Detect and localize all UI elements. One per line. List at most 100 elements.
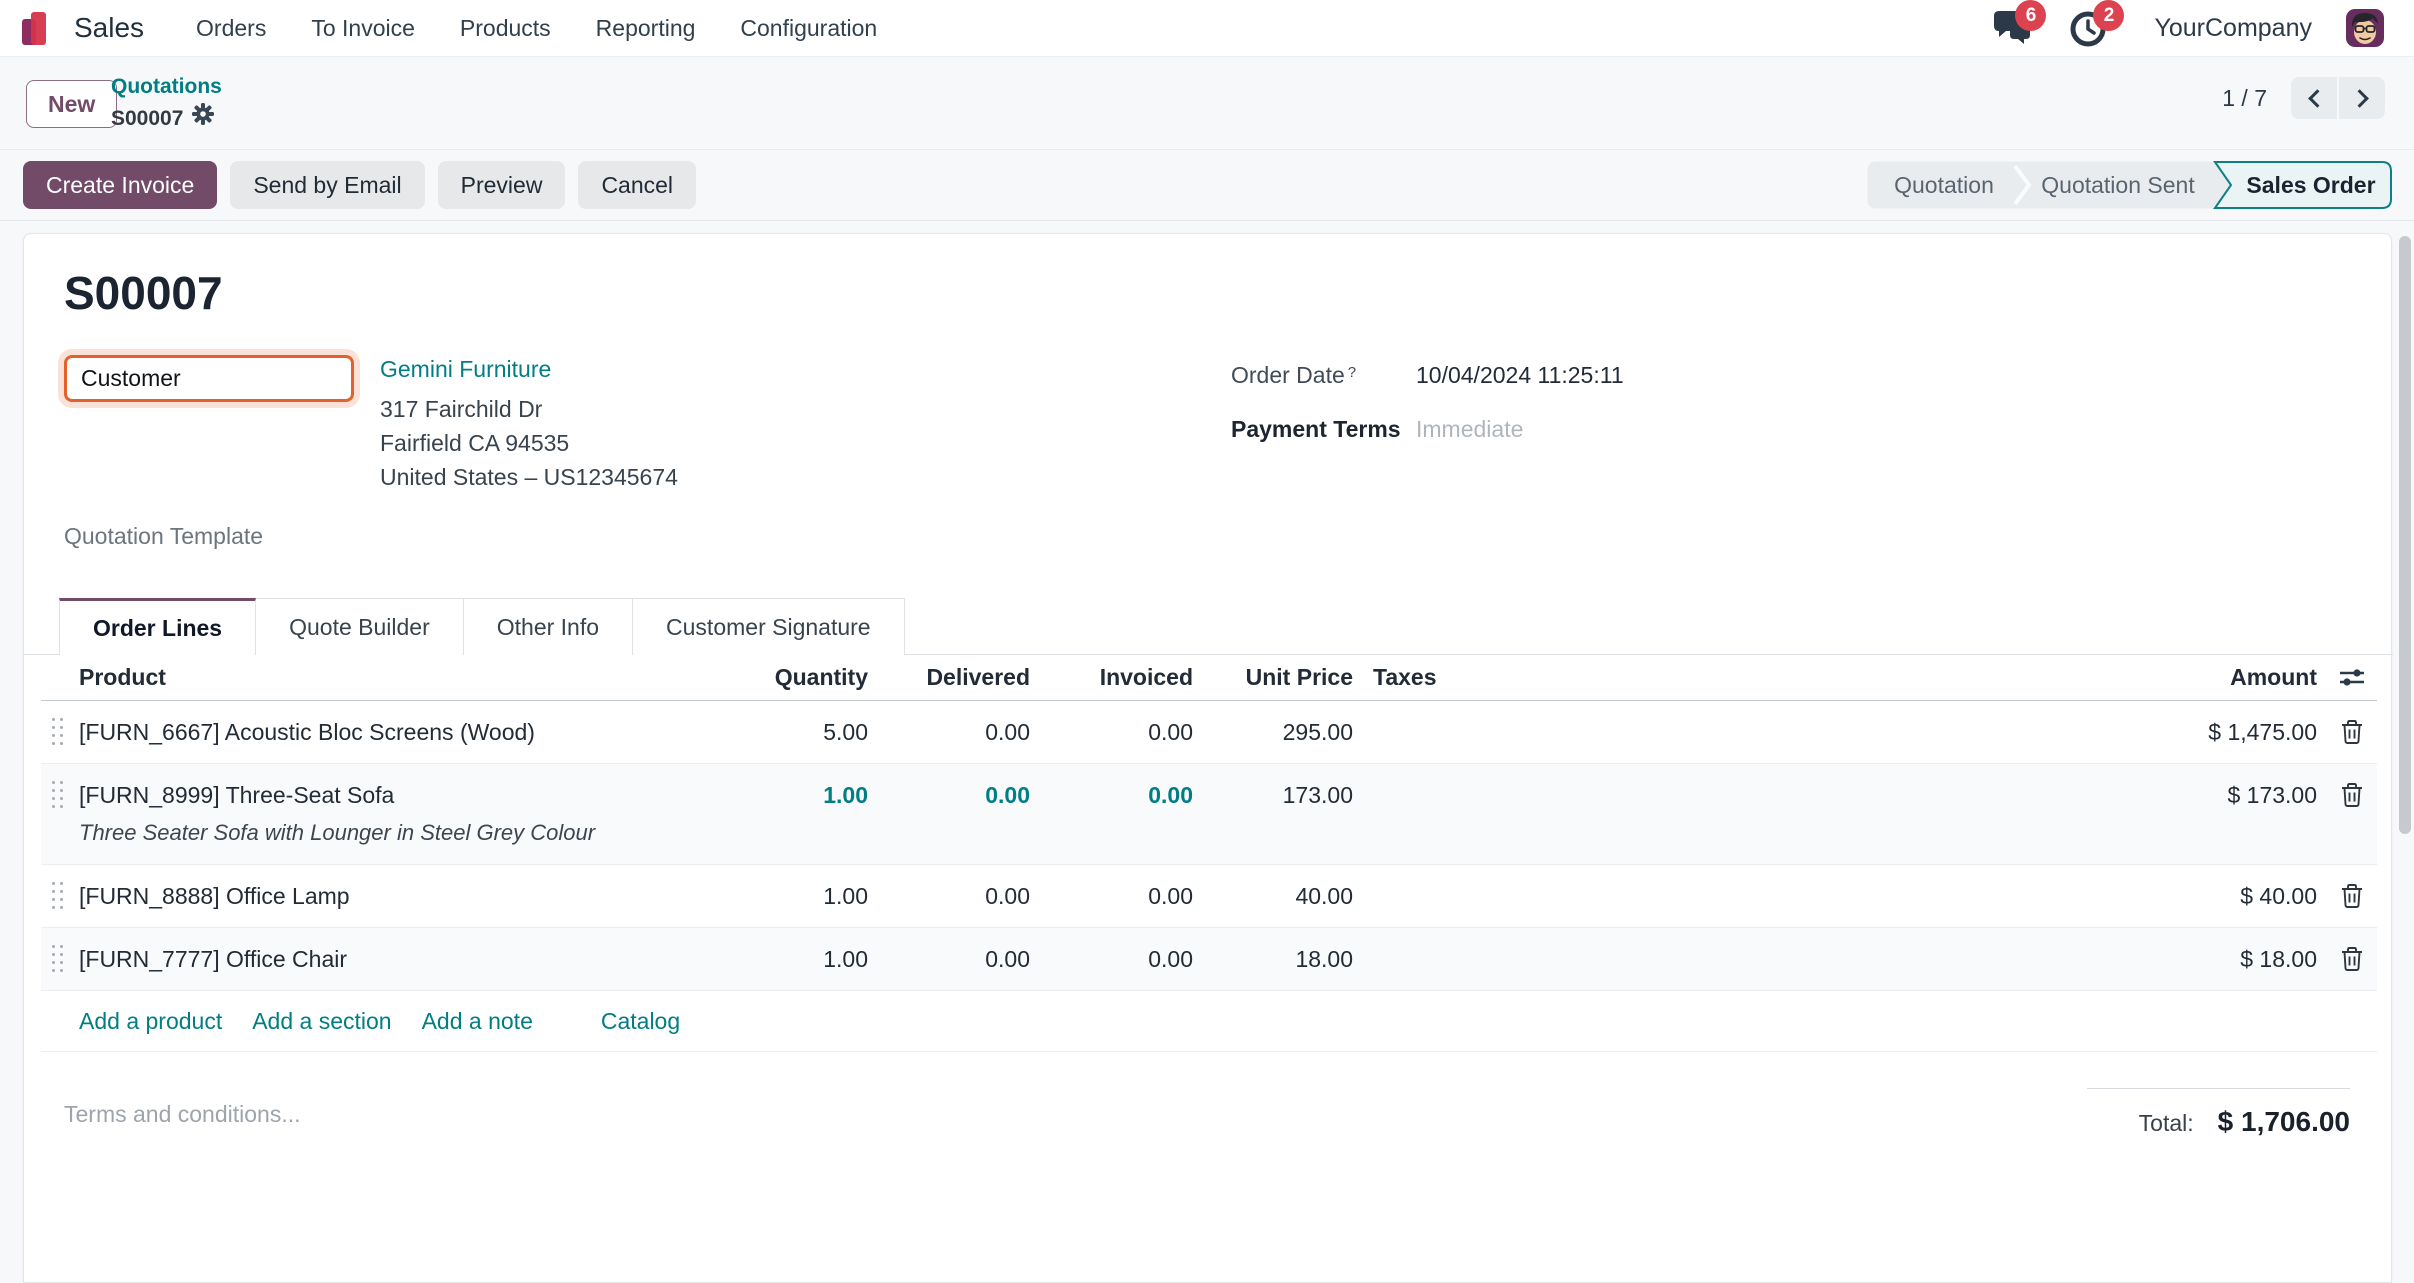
quantity-cell[interactable]: 1.00 (702, 946, 872, 973)
delete-row-icon[interactable] (2327, 782, 2377, 808)
table-row[interactable]: [FURN_8888] Office Lamp 1.00 0.00 0.00 4… (41, 865, 2377, 928)
status-step-quotation: Quotation (1894, 172, 1994, 198)
table-row[interactable]: [FURN_8999] Three-Seat Sofa 1.00 0.00 0.… (41, 764, 2377, 865)
messages-badge: 6 (2015, 0, 2046, 31)
form-sheet: S00007 Customer Gemini Furniture 317 Fai… (23, 233, 2392, 1283)
delivered-cell[interactable]: 0.00 (872, 719, 1034, 746)
drag-handle-icon[interactable] (41, 882, 67, 911)
invoiced-cell[interactable]: 0.00 (1034, 782, 1197, 809)
settings-gear-icon[interactable] (192, 103, 214, 135)
user-avatar[interactable] (2346, 9, 2384, 47)
pager-count[interactable]: 1 / 7 (2222, 85, 2267, 112)
unit-price-cell[interactable]: 295.00 (1197, 719, 1357, 746)
col-taxes[interactable]: Taxes (1357, 664, 1537, 691)
notebook-tabs: Order Lines Quote Builder Other Info Cus… (24, 598, 2393, 655)
delivered-cell[interactable]: 0.00 (872, 782, 1034, 809)
add-note-link[interactable]: Add a note (422, 1008, 533, 1035)
quantity-cell[interactable]: 1.00 (702, 883, 872, 910)
quantity-cell[interactable]: 5.00 (702, 719, 872, 746)
record-pager: 1 / 7 (2222, 77, 2385, 119)
product-cell[interactable]: [FURN_6667] Acoustic Bloc Screens (Wood) (67, 719, 702, 746)
product-cell[interactable]: [FURN_8999] Three-Seat Sofa (67, 782, 702, 809)
vertical-scrollbar[interactable] (2399, 236, 2411, 834)
menu-to-invoice[interactable]: To Invoice (311, 15, 415, 42)
table-row[interactable]: [FURN_6667] Acoustic Bloc Screens (Wood)… (41, 701, 2377, 764)
product-cell[interactable]: [FURN_7777] Office Chair (67, 946, 702, 973)
prev-record-button[interactable] (2291, 77, 2337, 119)
new-button[interactable]: New (26, 80, 117, 128)
menu-orders[interactable]: Orders (196, 15, 266, 42)
order-lines-table: Product Quantity Delivered Invoiced Unit… (41, 655, 2377, 1052)
menu-reporting[interactable]: Reporting (596, 15, 696, 42)
next-record-button[interactable] (2339, 77, 2385, 119)
tab-customer-signature[interactable]: Customer Signature (632, 598, 905, 655)
order-date-label: Order Date (1231, 362, 1345, 388)
add-section-link[interactable]: Add a section (252, 1008, 391, 1035)
activities-icon[interactable]: 2 (2068, 8, 2112, 48)
total-block: Total: $ 1,706.00 (2087, 1088, 2350, 1138)
invoiced-cell[interactable]: 0.00 (1034, 883, 1197, 910)
unit-price-cell[interactable]: 173.00 (1197, 782, 1357, 809)
unit-price-cell[interactable]: 40.00 (1197, 883, 1357, 910)
control-panel-breadcrumbs: New Quotations S00007 1 / 7 (0, 57, 2414, 150)
order-date-value[interactable]: 10/04/2024 11:25:11 (1416, 362, 1624, 389)
col-unit-price[interactable]: Unit Price (1197, 664, 1357, 691)
breadcrumb: Quotations S00007 (111, 71, 222, 135)
invoiced-cell[interactable]: 0.00 (1034, 946, 1197, 973)
status-step-quotation-sent: Quotation Sent (2041, 172, 2195, 198)
messages-icon[interactable]: 6 (1990, 8, 2034, 48)
status-step-sales-order: Sales Order (2246, 172, 2375, 198)
create-invoice-button[interactable]: Create Invoice (23, 161, 217, 209)
payment-terms-value[interactable]: Immediate (1416, 416, 1523, 443)
delivered-cell[interactable]: 0.00 (872, 883, 1034, 910)
company-switcher[interactable]: YourCompany (2154, 14, 2312, 43)
tab-quote-builder[interactable]: Quote Builder (255, 598, 464, 655)
amount-cell: $ 173.00 (1537, 782, 2327, 809)
terms-placeholder[interactable]: Terms and conditions... (64, 1101, 301, 1128)
invoiced-cell[interactable]: 0.00 (1034, 719, 1197, 746)
delivered-cell[interactable]: 0.00 (872, 946, 1034, 973)
total-label: Total: (2139, 1110, 2194, 1137)
breadcrumb-current: S00007 (111, 103, 183, 135)
customer-link[interactable]: Gemini Furniture (380, 356, 678, 383)
total-value: $ 1,706.00 (2218, 1106, 2350, 1138)
product-cell[interactable]: [FURN_8888] Office Lamp (67, 883, 702, 910)
delete-row-icon[interactable] (2327, 719, 2377, 745)
app-name[interactable]: Sales (74, 12, 144, 44)
tab-order-lines[interactable]: Order Lines (59, 598, 256, 655)
quotation-template-label[interactable]: Quotation Template (64, 523, 263, 550)
address-city: Fairfield CA 94535 (380, 426, 678, 460)
activities-badge: 2 (2093, 0, 2124, 31)
table-header-row: Product Quantity Delivered Invoiced Unit… (41, 655, 2377, 701)
add-product-link[interactable]: Add a product (79, 1008, 222, 1035)
drag-handle-icon[interactable] (41, 945, 67, 974)
col-quantity[interactable]: Quantity (702, 664, 872, 691)
main-menu: Orders To Invoice Products Reporting Con… (196, 15, 877, 42)
col-invoiced[interactable]: Invoiced (1034, 664, 1197, 691)
delete-row-icon[interactable] (2327, 883, 2377, 909)
breadcrumb-quotations[interactable]: Quotations (111, 71, 222, 103)
menu-configuration[interactable]: Configuration (740, 15, 877, 42)
sales-app-icon[interactable] (22, 9, 59, 47)
preview-button[interactable]: Preview (438, 161, 566, 209)
address-street: 317 Fairchild Dr (380, 392, 678, 426)
amount-options-icon[interactable] (2327, 665, 2377, 691)
drag-handle-icon[interactable] (41, 781, 67, 810)
status-bar[interactable]: Quotation Quotation Sent Sales Order (1867, 161, 2392, 209)
tab-other-info[interactable]: Other Info (463, 598, 633, 655)
menu-products[interactable]: Products (460, 15, 551, 42)
customer-field[interactable]: Customer (64, 355, 354, 402)
catalog-link[interactable]: Catalog (601, 1008, 680, 1035)
amount-cell: $ 40.00 (1537, 883, 2327, 910)
table-row[interactable]: [FURN_7777] Office Chair 1.00 0.00 0.00 … (41, 928, 2377, 991)
action-buttons-row: Create Invoice Send by Email Preview Can… (0, 150, 2414, 221)
cancel-button[interactable]: Cancel (578, 161, 696, 209)
quantity-cell[interactable]: 1.00 (702, 782, 872, 809)
col-product[interactable]: Product (67, 664, 702, 691)
col-delivered[interactable]: Delivered (872, 664, 1034, 691)
send-by-email-button[interactable]: Send by Email (230, 161, 424, 209)
delete-row-icon[interactable] (2327, 946, 2377, 972)
drag-handle-icon[interactable] (41, 718, 67, 747)
unit-price-cell[interactable]: 18.00 (1197, 946, 1357, 973)
col-amount[interactable]: Amount (1537, 664, 2327, 691)
